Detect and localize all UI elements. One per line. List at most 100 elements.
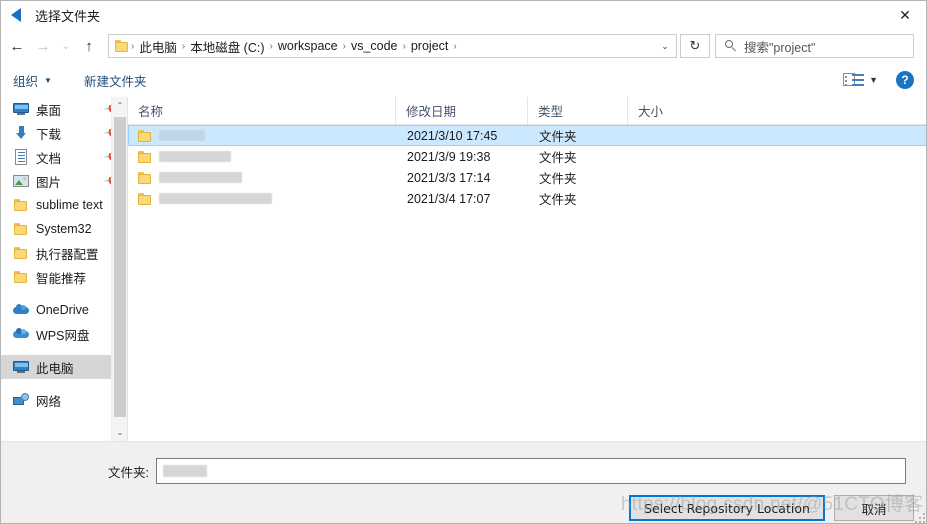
folder-select-icon [9,7,26,24]
select-repository-location-button[interactable]: Select Repository Location [629,495,825,521]
organize-button[interactable]: 组织 ▼ [7,68,58,93]
sidebar-item-executor-config[interactable]: 执行器配置 [1,241,127,265]
breadcrumb-item-4[interactable]: project [407,39,453,53]
chevron-down-icon: ▼ [44,75,52,85]
search-placeholder: 搜索"project" [744,40,816,55]
onedrive-cloud-icon [13,302,29,318]
footer-buttons: Select Repository Location 取消 [629,495,914,521]
sidebar-item-label: 此电脑 [36,361,74,376]
sidebar-item-sublime-text[interactable]: sublime text [1,193,127,217]
up-button[interactable]: ↑ [76,33,102,59]
dialog-footer: 文件夹: Select Repository Location 取消 [1,441,926,523]
sidebar-item-label: 下载 [36,127,62,142]
cell-name [129,128,397,144]
breadcrumb: › 此电脑 › 本地磁盘 (C:) › workspace › vs_code … [130,37,654,56]
cell-date: 2021/3/3 17:14 [407,170,491,185]
command-bar: 组织 ▼ 新建文件夹 ▼ ? [1,63,926,98]
search-input[interactable]: 搜索"project" [715,34,914,58]
sidebar-scrollbar[interactable]: ⌃ ⌄ [111,97,127,441]
sidebar-item-network[interactable]: 网络 [1,388,127,412]
cancel-button[interactable]: 取消 [834,495,914,521]
file-rows: 2021/3/10 17:45 文件夹 2021/3/9 19:38 文件夹 2… [128,125,926,209]
chevron-down-icon[interactable]: ⌄ [654,35,676,57]
recent-locations-button[interactable]: ⌄ [56,33,76,59]
resize-grip[interactable] [915,513,925,523]
documents-icon [13,149,29,165]
redacted-folder-value [163,465,207,477]
scroll-up-icon[interactable]: ⌃ [112,97,127,114]
redacted-name [159,151,231,162]
sidebar-item-system32[interactable]: System32 [1,217,127,241]
folder-name-input[interactable] [156,458,906,484]
forward-button[interactable]: → [30,33,56,59]
folder-icon [13,197,29,213]
new-folder-button[interactable]: 新建文件夹 [78,68,153,93]
redacted-name [159,172,242,183]
column-header-label: 名称 [138,105,164,119]
sidebar-item-onedrive[interactable]: OneDrive [1,298,127,322]
close-icon[interactable]: ✕ [882,1,926,29]
window-title: 选择文件夹 [35,8,101,24]
sidebar-item-documents[interactable]: 文档 📌 [1,145,127,169]
table-row[interactable]: 2021/3/10 17:45 文件夹 [128,125,926,146]
address-bar[interactable]: › 此电脑 › 本地磁盘 (C:) › workspace › vs_code … [108,34,677,58]
column-header-name[interactable]: 名称 ⌃ [128,97,396,124]
folder-icon [13,269,29,285]
redacted-name [159,193,272,204]
scrollbar-thumb[interactable] [114,117,126,417]
sidebar-item-label: sublime text [36,198,103,212]
table-row[interactable]: 2021/3/9 19:38 文件夹 [128,146,926,167]
sort-ascending-icon: ⌃ [258,97,266,103]
network-icon [13,392,29,408]
column-header-type[interactable]: 类型 [528,97,628,124]
sidebar-item-label: 执行器配置 [36,247,99,262]
sidebar-item-this-pc[interactable]: 此电脑 [1,355,127,379]
search-icon [725,40,737,52]
breadcrumb-item-3[interactable]: vs_code [347,39,402,53]
download-icon [13,125,29,141]
cell-name [129,170,397,186]
sidebar-item-pictures[interactable]: 图片 📌 [1,169,127,193]
sidebar-item-downloads[interactable]: 下载 📌 [1,121,127,145]
cell-type: 文件夹 [539,193,577,207]
sidebar-item-wps-cloud[interactable]: WPS网盘 [1,322,127,346]
sidebar-item-smart-recommend[interactable]: 智能推荐 [1,265,127,289]
view-options-caret-icon[interactable]: ▼ [869,75,878,85]
folder-icon [13,245,29,261]
address-folder-icon [115,39,130,53]
sidebar-item-desktop[interactable]: 桌面 📌 [1,97,127,121]
refresh-button[interactable]: ↻ [680,34,710,58]
help-icon[interactable]: ? [896,71,914,89]
breadcrumb-item-0[interactable]: 此电脑 [135,37,181,56]
folder-icon [13,221,29,237]
scroll-down-icon[interactable]: ⌄ [112,424,127,441]
navigation-bar: ← → ⌄ ↑ › 此电脑 › 本地磁盘 (C:) › workspace › … [1,29,926,63]
breadcrumb-item-1[interactable]: 本地磁盘 (C:) [186,37,268,56]
sidebar-item-label: 智能推荐 [36,271,87,286]
view-options-icon[interactable] [843,72,865,88]
column-header-size[interactable]: 大小 [628,97,713,124]
folder-icon [137,191,153,207]
sidebar-item-label: System32 [36,222,92,236]
back-button[interactable]: ← [4,33,30,59]
cell-type: 文件夹 [539,151,577,165]
pictures-icon [13,173,29,189]
cell-date: 2021/3/4 17:07 [407,191,491,206]
cell-date: 2021/3/10 17:45 [407,128,498,143]
select-folder-dialog: 选择文件夹 ✕ ← → ⌄ ↑ › 此电脑 › 本地磁盘 (C:) › work… [0,0,927,524]
folder-icon [137,128,153,144]
this-pc-icon [13,359,29,375]
sidebar-item-label: 文档 [36,151,62,166]
table-row[interactable]: 2021/3/3 17:14 文件夹 [128,167,926,188]
column-header-date[interactable]: 修改日期 [396,97,528,124]
sidebar-item-label: 网络 [36,394,62,409]
sidebar-item-label: 桌面 [36,103,62,118]
sidebar-item-label: OneDrive [36,303,89,317]
navigation-pane: 桌面 📌 下载 📌 文档 📌 图片 📌 sublime text [1,97,127,441]
breadcrumb-item-2[interactable]: workspace [274,39,342,53]
table-row[interactable]: 2021/3/4 17:07 文件夹 [128,188,926,209]
breadcrumb-separator: › [453,40,457,52]
